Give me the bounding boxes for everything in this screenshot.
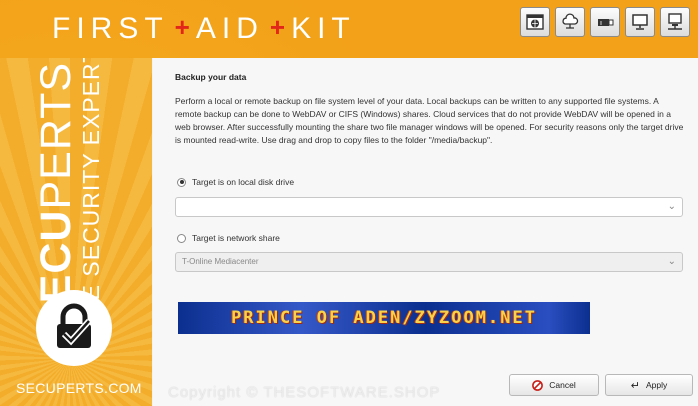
- cloud-network-button[interactable]: [555, 7, 585, 37]
- enter-arrow-icon: ↵: [630, 379, 640, 392]
- title-aid: AID: [195, 12, 264, 45]
- toolbar: [520, 7, 690, 37]
- usb-drive-button[interactable]: [590, 7, 620, 37]
- computer-network-icon: [668, 13, 682, 30]
- banner-text: PRINCE OF ADEN/ZYZOOM.NET: [231, 308, 537, 328]
- network-share-select-value: T-Online Mediacenter: [182, 257, 259, 266]
- globe-window-button[interactable]: [520, 7, 550, 37]
- title-first: FIRST: [52, 12, 169, 45]
- header-bar: FIRST + AID + KIT: [0, 0, 698, 58]
- cancel-button[interactable]: Cancel: [509, 374, 599, 396]
- chevron-down-icon: ⌄: [667, 201, 676, 212]
- lock-logo: [36, 290, 112, 366]
- main-panel: Backup your data Perform a local or remo…: [153, 58, 698, 406]
- option-local-disk-label: Target is on local disk drive: [192, 177, 295, 187]
- apply-label: Apply: [645, 380, 668, 390]
- cancel-icon: [532, 379, 544, 391]
- app-window: FIRST + AID + KIT SECUPERTS THE SECURITY EXP…: [0, 0, 698, 406]
- radio-local-disk[interactable]: [177, 177, 186, 187]
- monitor-button[interactable]: [625, 7, 655, 37]
- local-drive-select[interactable]: ⌄: [175, 197, 683, 217]
- globe-window-icon: [526, 14, 544, 30]
- option-network-share-label: Target is network share: [192, 233, 280, 243]
- cancel-label: Cancel: [549, 380, 576, 390]
- apply-button[interactable]: ↵ Apply: [605, 374, 693, 396]
- brand-url: SECUPERTS.COM: [16, 380, 142, 396]
- overlay-banner: PRINCE OF ADEN/ZYZOOM.NET: [178, 302, 590, 334]
- radio-network-share[interactable]: [177, 233, 186, 243]
- copyright-watermark: Copyright © THESOFTWARE.SHOP: [168, 384, 441, 401]
- computer-network-button[interactable]: [660, 7, 690, 37]
- chevron-down-icon: ⌄: [667, 256, 676, 267]
- app-title: FIRST + AID + KIT: [52, 12, 356, 46]
- title-plus-1: +: [174, 12, 190, 42]
- lock-check-icon: [57, 303, 92, 348]
- title-plus-2: +: [269, 12, 286, 42]
- brand-suffix: PERTS: [32, 61, 80, 210]
- page-title: Backup your data: [175, 72, 247, 82]
- option-local-disk[interactable]: Target is on local disk drive: [177, 177, 294, 187]
- brand-sidebar: SECUPERTS THE SECURITY EXPERTS SECUPERTS…: [0, 58, 152, 406]
- description-text: Perform a local or remote backup on file…: [175, 96, 684, 145]
- title-kit: KIT: [291, 12, 356, 45]
- cloud-network-icon: [562, 13, 579, 29]
- option-network-share[interactable]: Target is network share: [177, 233, 280, 243]
- usb-drive-icon: [598, 19, 614, 26]
- monitor-icon: [632, 14, 648, 30]
- network-share-select[interactable]: T-Online Mediacenter ⌄: [175, 252, 683, 272]
